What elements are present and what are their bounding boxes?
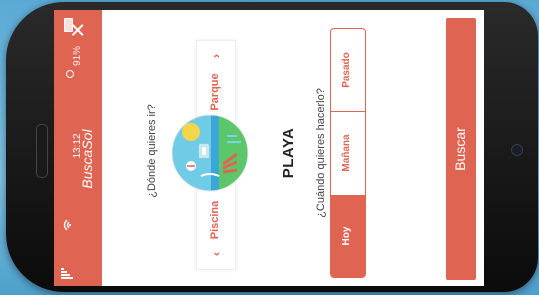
time-option-label: Pasado [341,52,352,88]
chevron-up-icon[interactable]: › [209,49,223,63]
header-bar: ✕ 91% 13:12 BuscaSol [54,10,102,286]
selected-place-title: PLAYA [280,127,297,179]
time-option-manana[interactable]: Mañana [331,112,365,195]
alarm-icon [66,70,74,78]
app-screen: ✕ 91% 13:12 BuscaSol ¿Dónde quieres ir? … [54,10,484,286]
app-title: BuscaSol [79,129,95,189]
time-option-pasado[interactable]: Pasado [331,29,365,111]
time-option-hoy[interactable]: Hoy [331,195,365,277]
wifi-icon [63,219,72,231]
time-segmented-control[interactable]: Hoy Mañana Pasado [330,28,366,278]
place-option-prev[interactable]: Piscina [209,195,223,245]
phone-frame: ✕ 91% 13:12 BuscaSol ¿Dónde quieres ir? … [6,2,538,292]
battery-icon [64,18,73,32]
battery-level: 91% [72,46,83,67]
place-option-next[interactable]: Parque [209,67,223,117]
segment-divider [331,195,365,196]
search-button-label: Buscar [452,127,468,171]
beach-illustration [171,114,249,192]
phone-camera [511,144,523,156]
signal-icon [61,268,73,279]
scene: ✕ 91% 13:12 BuscaSol ¿Dónde quieres ir? … [0,0,539,295]
when-question: ¿Cuándo quieres hacerlo? [315,88,327,218]
where-question: ¿Dónde quieres ir? [146,104,158,198]
phone-speaker [36,124,48,178]
time-option-label: Hoy [341,226,352,246]
time-option-label: Mañana [341,134,352,172]
chevron-down-icon[interactable]: ‹ [209,247,223,261]
search-button[interactable]: Buscar [446,18,476,280]
